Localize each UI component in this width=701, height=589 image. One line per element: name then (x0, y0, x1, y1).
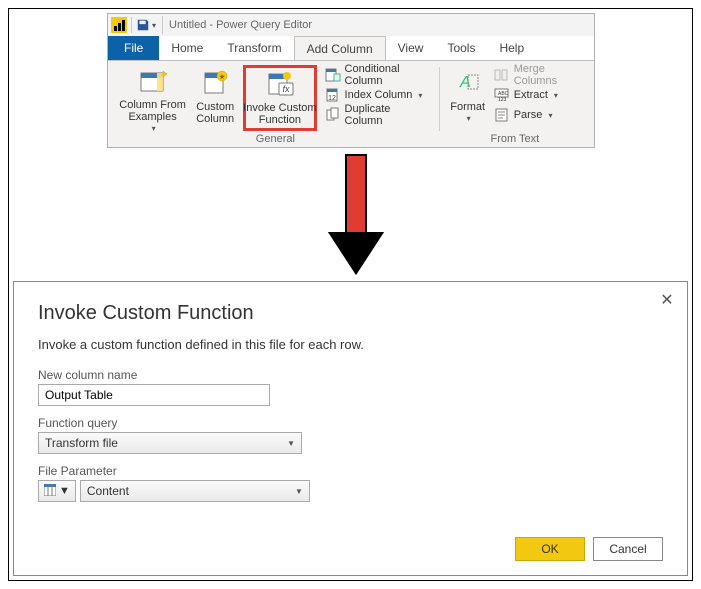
duplicate-column-button[interactable]: Duplicate Column (323, 105, 433, 125)
parameter-type-button[interactable]: ▼ (38, 480, 76, 502)
invoke-custom-function-dialog: ✕ Invoke Custom Function Invoke a custom… (13, 281, 688, 576)
chevron-down-icon: ▾ (554, 91, 558, 100)
table-icon (44, 484, 56, 499)
custom-column-button[interactable]: ★ Custom Column (189, 65, 241, 131)
extract-label: Extract (514, 89, 548, 101)
svg-text:★: ★ (219, 73, 225, 81)
save-icon[interactable] (136, 18, 150, 32)
ribbon-tabs: File Home Transform Add Column View Tool… (108, 36, 594, 60)
quick-access-dropdown-icon[interactable]: ▾ (152, 21, 156, 30)
tab-transform[interactable]: Transform (215, 36, 293, 60)
duplicate-column-icon (325, 107, 341, 123)
chevron-down-icon: ▾ (548, 111, 552, 120)
dialog-title: Invoke Custom Function (38, 302, 663, 325)
invoke-custom-function-button[interactable]: fx Invoke Custom Function (243, 65, 316, 131)
ribbon-body: Column From Examples ▾ ★ Custom Column f… (108, 60, 594, 147)
tab-tools[interactable]: Tools (435, 36, 487, 60)
column-from-examples-label: Column From Examples (119, 99, 186, 123)
group-from-text: A Format ▾ Merge Columns (442, 65, 588, 145)
duplicate-column-label: Duplicate Column (345, 103, 431, 127)
extract-icon: ABC123 (494, 87, 510, 103)
power-bi-logo-icon (111, 17, 127, 33)
file-parameter-label: File Parameter (38, 464, 663, 478)
conditional-column-icon (325, 67, 341, 83)
tab-file[interactable]: File (108, 36, 159, 60)
chevron-down-icon: ▾ (152, 123, 156, 135)
file-parameter-value: Content (87, 484, 129, 498)
chevron-down-icon: ▼ (295, 487, 303, 496)
conditional-column-label: Conditional Column (345, 63, 431, 87)
close-button[interactable]: ✕ (657, 290, 677, 310)
merge-columns-icon (494, 67, 510, 83)
chevron-down-icon: ▼ (287, 439, 295, 448)
format-icon: A (454, 67, 482, 99)
new-column-name-label: New column name (38, 368, 663, 382)
column-from-examples-button[interactable]: Column From Examples ▾ (118, 65, 187, 131)
svg-text:A: A (459, 74, 471, 91)
tab-help[interactable]: Help (487, 36, 536, 60)
group-general-label: General (256, 131, 295, 145)
chevron-down-icon: ▾ (418, 91, 422, 100)
conditional-column-button[interactable]: Conditional Column (323, 65, 433, 85)
custom-column-label: Custom Column (196, 101, 234, 125)
parse-label: Parse (514, 109, 543, 121)
new-column-name-input[interactable] (38, 384, 270, 406)
invoke-custom-function-label: Invoke Custom Function (243, 102, 316, 126)
index-column-button[interactable]: 12 Index Column ▾ (323, 85, 433, 105)
title-bar: ▾ Untitled - Power Query Editor (108, 14, 594, 36)
index-column-label: Index Column (345, 89, 413, 101)
extract-button[interactable]: ABC123 Extract ▾ (492, 85, 560, 105)
chevron-down-icon: ▾ (467, 113, 471, 125)
format-label: Format (450, 101, 485, 113)
merge-columns-button: Merge Columns (492, 65, 584, 85)
cancel-button[interactable]: Cancel (593, 537, 663, 561)
group-general: Column From Examples ▾ ★ Custom Column f… (114, 65, 437, 145)
svg-text:12: 12 (328, 95, 336, 102)
tab-view[interactable]: View (386, 36, 436, 60)
column-from-examples-icon (138, 67, 168, 97)
format-button[interactable]: A Format ▾ (446, 65, 490, 131)
tab-add-column[interactable]: Add Column (294, 36, 386, 61)
chevron-down-icon: ▼ (59, 485, 70, 497)
svg-text:123: 123 (498, 97, 507, 103)
merge-columns-label: Merge Columns (514, 63, 582, 87)
red-arrow-annotation (341, 154, 371, 274)
close-icon: ✕ (660, 292, 673, 309)
index-column-icon: 12 (325, 87, 341, 103)
tab-home[interactable]: Home (159, 36, 215, 60)
svg-text:fx: fx (282, 84, 290, 94)
parse-icon (494, 107, 510, 123)
parse-button[interactable]: Parse ▾ (492, 105, 555, 125)
ok-button[interactable]: OK (515, 537, 585, 561)
function-query-value: Transform file (45, 436, 118, 450)
group-from-text-label: From Text (490, 131, 539, 145)
dialog-subtitle: Invoke a custom function defined in this… (38, 337, 663, 352)
custom-column-icon: ★ (200, 67, 230, 99)
invoke-custom-function-icon: fx (265, 68, 295, 100)
power-query-editor-window: ▾ Untitled - Power Query Editor File Hom… (107, 13, 595, 148)
file-parameter-select[interactable]: Content ▼ (80, 480, 310, 502)
function-query-select[interactable]: Transform file ▼ (38, 432, 302, 454)
function-query-label: Function query (38, 416, 663, 430)
window-title: Untitled - Power Query Editor (169, 19, 312, 31)
